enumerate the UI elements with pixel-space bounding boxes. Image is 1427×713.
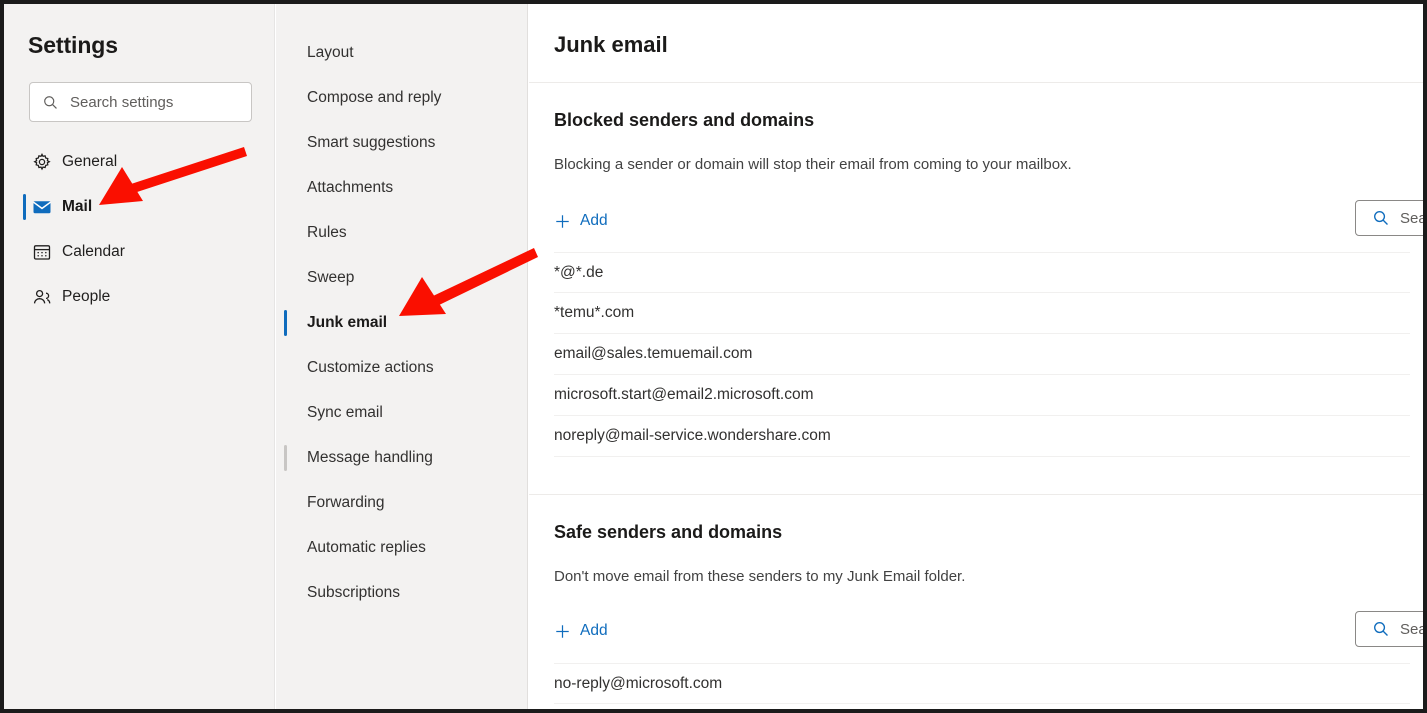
- table-row[interactable]: noreply@mail-service.wondershare.com: [554, 416, 1410, 457]
- title-divider: [529, 82, 1423, 83]
- subnav-item-label: Subscriptions: [307, 584, 401, 601]
- blocked-sender-value: email@sales.temuemail.com: [554, 345, 753, 362]
- sidebar-item-label: General: [62, 153, 118, 170]
- subnav-item-label: Layout: [307, 44, 354, 61]
- calendar-icon: [32, 242, 52, 262]
- subnav-item-rules[interactable]: Rules: [276, 216, 528, 250]
- safe-senders-heading: Safe senders and domains: [554, 522, 783, 542]
- table-row[interactable]: *@*.de: [554, 252, 1410, 293]
- gear-icon: [32, 152, 52, 172]
- subnav-item-label: Rules: [307, 224, 347, 241]
- selection-indicator: [284, 355, 287, 381]
- subnav-item-compose-and-reply[interactable]: Compose and reply: [276, 81, 528, 115]
- selection-indicator: [284, 220, 287, 246]
- subnav-item-label: Compose and reply: [307, 89, 442, 106]
- plus-icon: [554, 213, 571, 230]
- blocked-senders-heading: Blocked senders and domains: [554, 110, 815, 130]
- safe-search-field[interactable]: [1355, 611, 1423, 647]
- subnav-item-label: Junk email: [307, 314, 388, 331]
- subnav-item-automatic-replies[interactable]: Automatic replies: [276, 531, 528, 565]
- subnav-item-smart-suggestions[interactable]: Smart suggestions: [276, 126, 528, 160]
- people-icon: [32, 287, 52, 307]
- mail-settings-subnav: Layout Compose and reply Smart suggestio…: [276, 4, 528, 709]
- table-row[interactable]: email@sales.temuemail.com: [554, 334, 1410, 375]
- blocked-sender-value: *@*.de: [554, 263, 604, 281]
- blocked-senders-description: Blocking a sender or domain will stop th…: [554, 156, 1072, 173]
- selection-indicator: [284, 265, 287, 291]
- subnav-item-junk-email[interactable]: Junk email: [276, 306, 528, 340]
- section-divider: [529, 494, 1423, 495]
- plus-icon: [554, 623, 571, 640]
- subnav-item-layout[interactable]: Layout: [276, 36, 528, 70]
- envelope-icon: [32, 197, 52, 217]
- search-settings-input[interactable]: [70, 93, 240, 111]
- selection-indicator: [284, 400, 287, 426]
- subnav-item-attachments[interactable]: Attachments: [276, 171, 528, 205]
- table-row[interactable]: no-reply@microsoft.com: [554, 663, 1410, 704]
- add-label: Add: [580, 622, 608, 639]
- blocked-search-field[interactable]: [1355, 200, 1423, 236]
- sidebar-item-label: Mail: [62, 198, 93, 215]
- selection-indicator: [284, 130, 287, 156]
- selection-indicator: [23, 194, 26, 220]
- blocked-add-button[interactable]: Add: [554, 210, 608, 232]
- search-icon: [42, 94, 59, 111]
- add-label: Add: [580, 212, 608, 229]
- selection-indicator: [284, 445, 287, 471]
- subnav-item-label: Sweep: [307, 269, 355, 286]
- junk-email-panel: Junk email Blocked senders and domains B…: [529, 4, 1423, 709]
- safe-sender-value: no-reply@microsoft.com: [554, 674, 723, 692]
- selection-indicator: [284, 580, 287, 606]
- safe-senders-description: Don't move email from these senders to m…: [554, 568, 966, 585]
- safe-search-input[interactable]: [1400, 620, 1423, 638]
- selection-indicator: [284, 535, 287, 561]
- sidebar-item-calendar[interactable]: Calendar: [4, 234, 275, 270]
- subnav-item-customize-actions[interactable]: Customize actions: [276, 351, 528, 385]
- blocked-sender-value: microsoft.start@email2.microsoft.com: [554, 386, 814, 403]
- settings-window: Settings General: [0, 0, 1427, 713]
- sidebar-item-label: People: [62, 288, 111, 305]
- table-row[interactable]: *temu*.com: [554, 293, 1410, 334]
- subnav-item-sync-email[interactable]: Sync email: [276, 396, 528, 430]
- search-settings-field[interactable]: [29, 82, 252, 122]
- subnav-item-label: Customize actions: [307, 359, 434, 376]
- blocked-sender-value: noreply@mail-service.wondershare.com: [554, 427, 831, 444]
- sidebar-item-mail[interactable]: Mail: [4, 189, 275, 225]
- selection-indicator: [284, 40, 287, 66]
- sidebar-item-people[interactable]: People: [4, 279, 275, 315]
- sidebar-item-label: Calendar: [62, 243, 125, 260]
- subnav-item-label: Attachments: [307, 179, 394, 196]
- subnav-item-label: Sync email: [307, 404, 383, 421]
- panel-title: Junk email: [554, 32, 668, 57]
- blocked-search-input[interactable]: [1400, 209, 1423, 227]
- search-icon: [1372, 620, 1390, 638]
- page-title-settings: Settings: [28, 32, 118, 58]
- subnav-item-label: Forwarding: [307, 494, 385, 511]
- subnav-item-subscriptions[interactable]: Subscriptions: [276, 576, 528, 610]
- selection-indicator: [284, 85, 287, 111]
- subnav-item-message-handling[interactable]: Message handling: [276, 441, 528, 475]
- selection-indicator: [284, 310, 287, 336]
- subnav-item-sweep[interactable]: Sweep: [276, 261, 528, 295]
- settings-sidebar: Settings General: [4, 4, 275, 709]
- selection-indicator: [284, 175, 287, 201]
- selection-indicator: [284, 490, 287, 516]
- subnav-item-label: Smart suggestions: [307, 134, 436, 151]
- subnav-item-label: Message handling: [307, 449, 433, 466]
- sidebar-item-general[interactable]: General: [4, 144, 275, 180]
- blocked-sender-value: *temu*.com: [554, 304, 635, 321]
- subnav-item-label: Automatic replies: [307, 539, 426, 556]
- table-row[interactable]: microsoft.start@email2.microsoft.com: [554, 375, 1410, 416]
- safe-add-button[interactable]: Add: [554, 620, 608, 642]
- subnav-item-forwarding[interactable]: Forwarding: [276, 486, 528, 520]
- search-icon: [1372, 209, 1390, 227]
